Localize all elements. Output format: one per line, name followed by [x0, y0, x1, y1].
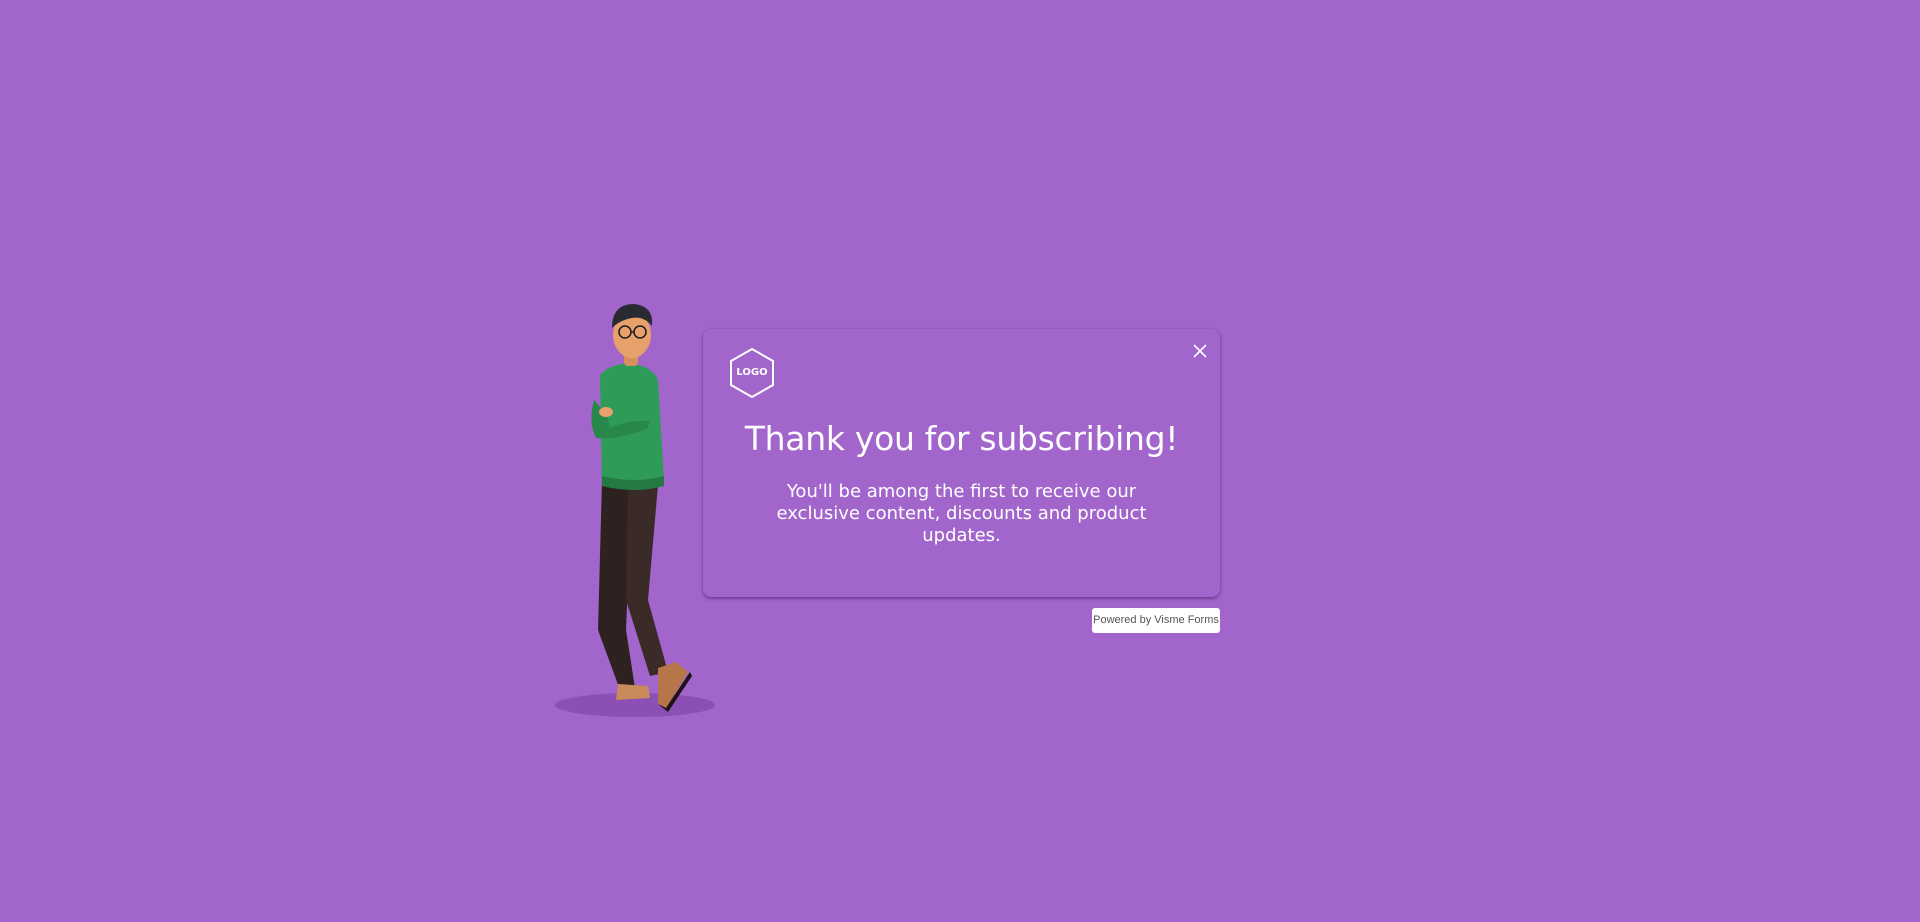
logo: LOGO	[729, 347, 775, 399]
thank-you-card: LOGO Thank you for subscribing! You'll b…	[703, 329, 1220, 597]
stage: LOGO Thank you for subscribing! You'll b…	[0, 0, 1920, 922]
close-icon	[1193, 344, 1207, 358]
powered-by-link[interactable]: Powered by Visme Forms	[1092, 608, 1220, 633]
card-message: You'll be among the first to receive our…	[776, 481, 1147, 546]
close-button[interactable]	[1188, 339, 1212, 363]
card-title: Thank you for subscribing!	[744, 419, 1179, 458]
logo-text: LOGO	[736, 367, 768, 378]
